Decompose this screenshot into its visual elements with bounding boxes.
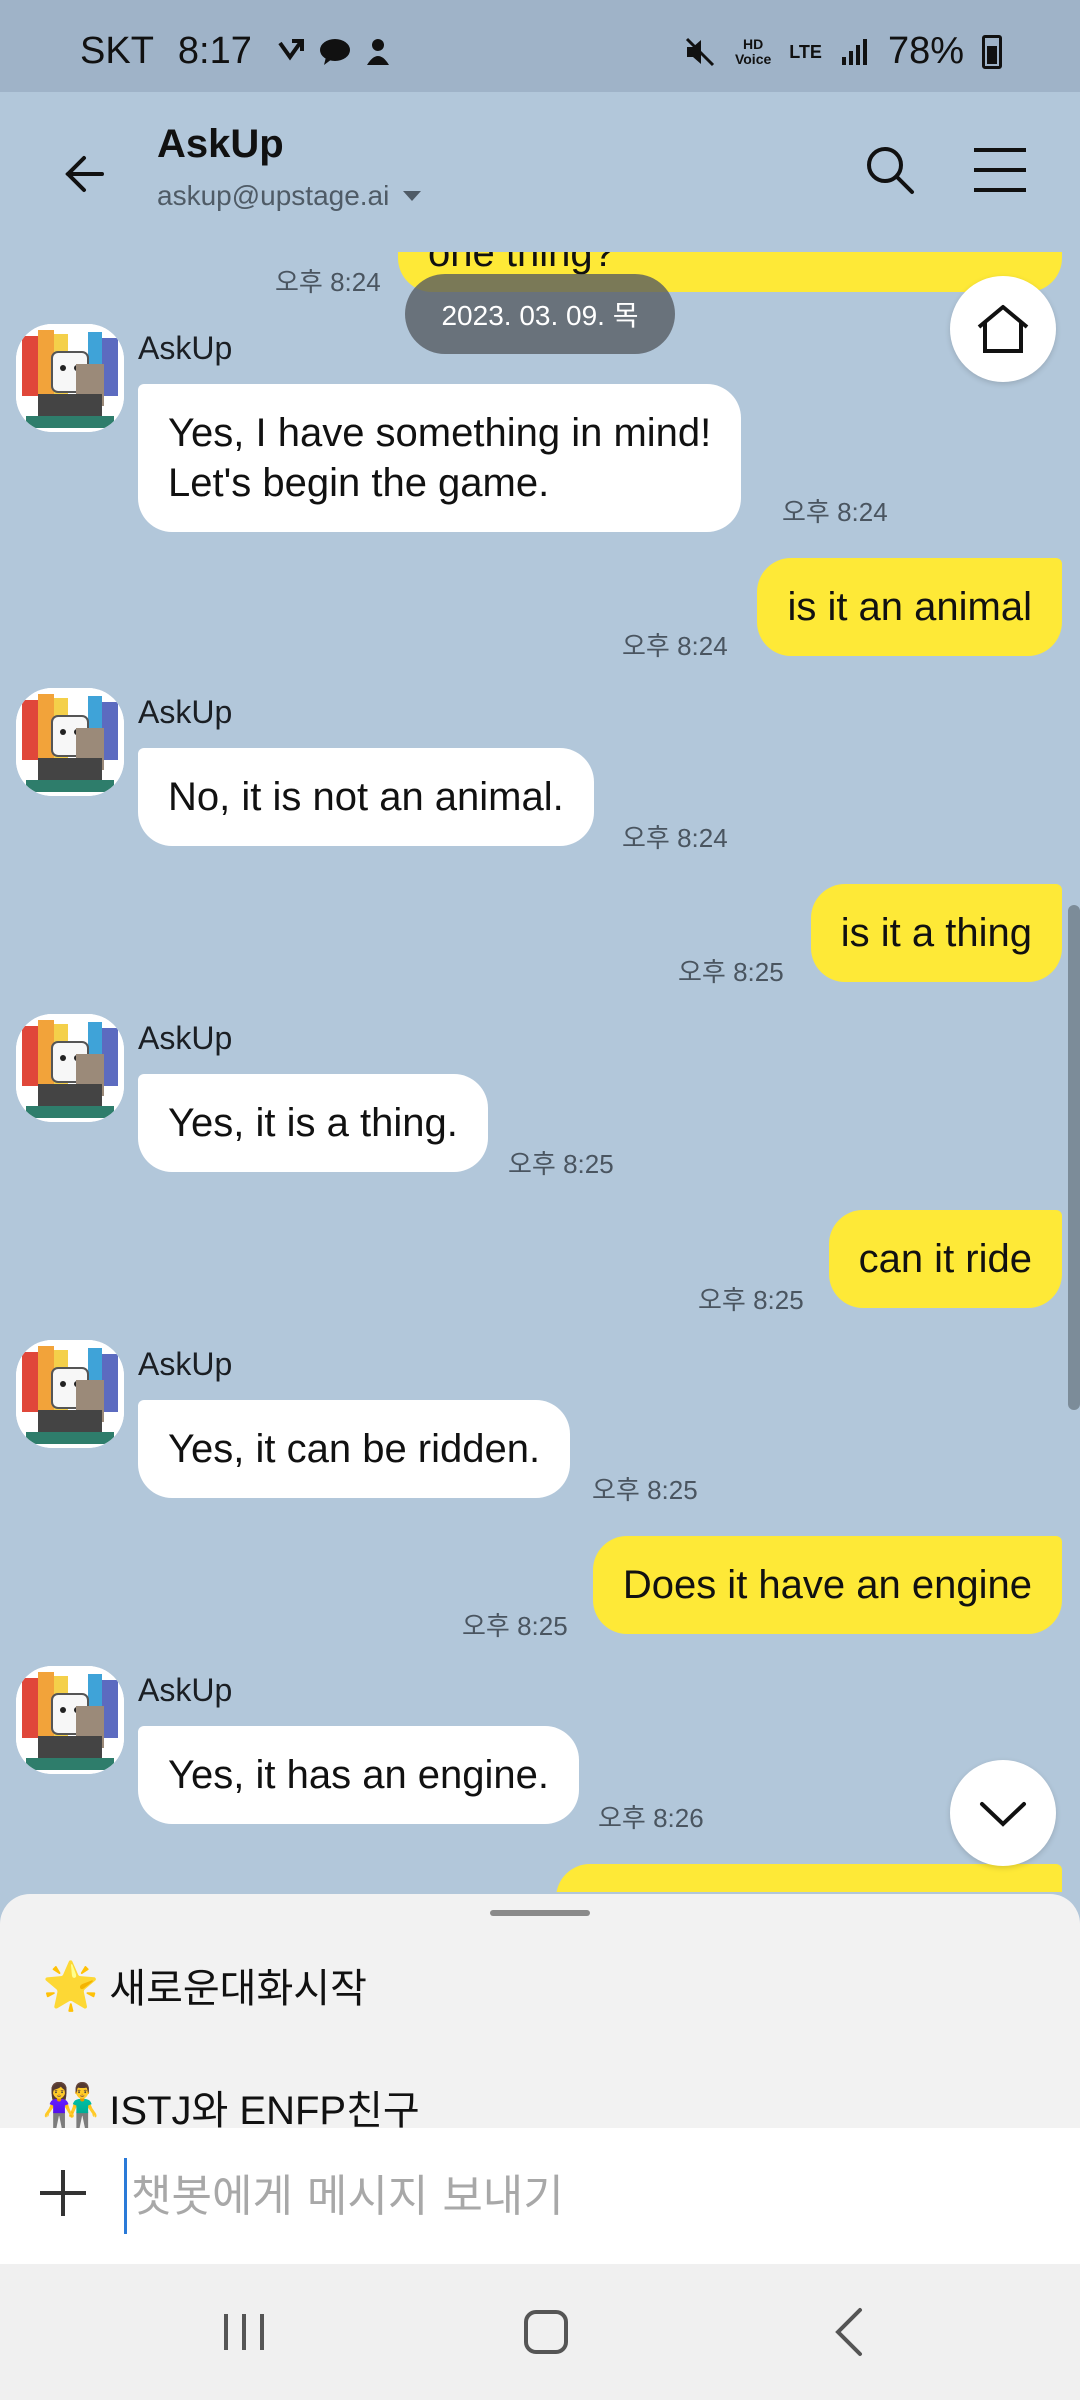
- outgoing-message-bubble[interactable]: is it an animal: [757, 558, 1062, 656]
- talk-bubble-icon: [319, 38, 350, 65]
- chat-subtitle[interactable]: askup@upstage.ai: [157, 180, 422, 212]
- message-timestamp: 오후 8:24: [275, 267, 381, 297]
- date-divider: 2023. 03. 09. 목: [405, 274, 675, 354]
- incoming-message-bubble[interactable]: Yes, it has an engine.: [138, 1726, 580, 1824]
- couple-icon: 👫: [42, 2080, 100, 2129]
- chevron-down-icon: [980, 1802, 1026, 1827]
- quick-menu-sheet: 🌟 새로운대화시작 👫 ISTJ와 ENFP친구: [0, 1894, 1080, 2128]
- hamburger-menu-icon[interactable]: [970, 142, 1030, 198]
- message-input-bar: [0, 2128, 1080, 2264]
- outgoing-message-bubble[interactable]: is it a thing: [810, 884, 1062, 982]
- incoming-message-bubble[interactable]: Yes, it is a thing.: [138, 1074, 488, 1172]
- clock: 8:17: [177, 30, 252, 72]
- network-type-label: LTE: [789, 41, 822, 62]
- mute-vibrate-icon: [685, 37, 715, 66]
- message-timestamp: 오후 8:25: [698, 1285, 804, 1315]
- message-timestamp: 오후 8:25: [462, 1611, 568, 1641]
- avatar[interactable]: [16, 324, 124, 432]
- chat-header: AskUp askup@upstage.ai: [0, 92, 1080, 252]
- outgoing-message-bubble-partial[interactable]: [556, 1864, 1062, 1892]
- plus-icon[interactable]: [36, 2166, 90, 2220]
- status-bar: SKT 8:17 HD Voice LTE 78%: [0, 0, 1080, 92]
- avatar[interactable]: [16, 1666, 124, 1774]
- status-left: SKT 8:17: [80, 30, 392, 73]
- sender-name: AskUp: [138, 1020, 233, 1056]
- quick-menu-label: 새로운대화시작: [109, 1967, 367, 2011]
- incoming-message-bubble[interactable]: No, it is not an animal.: [138, 748, 594, 846]
- chat-scrollbar[interactable]: [1068, 905, 1080, 1410]
- home-icon: [977, 305, 1029, 353]
- outgoing-message-bubble[interactable]: Does it have an engine: [592, 1536, 1062, 1634]
- home-nav-icon[interactable]: [516, 2304, 576, 2360]
- robot-avatar-icon: [16, 324, 124, 432]
- sender-name: AskUp: [138, 694, 233, 730]
- recent-apps-icon[interactable]: [214, 2304, 274, 2360]
- back-arrow-icon[interactable]: [50, 144, 110, 204]
- robot-avatar-icon: [16, 1666, 124, 1774]
- missed-call-icon: [278, 38, 304, 60]
- message-timestamp: 오후 8:26: [598, 1803, 704, 1833]
- search-icon[interactable]: [860, 140, 920, 200]
- message-input[interactable]: [124, 2158, 1024, 2234]
- quick-menu-item[interactable]: 🌟 새로운대화시작: [42, 1956, 367, 2014]
- quick-menu-item[interactable]: 👫 ISTJ와 ENFP친구: [42, 2078, 420, 2129]
- carrier-label: SKT: [80, 30, 154, 72]
- notification-icons: [276, 37, 392, 67]
- outgoing-message-bubble[interactable]: can it ride: [828, 1210, 1062, 1308]
- avatar[interactable]: [16, 1014, 124, 1122]
- battery-percent: 78%: [887, 30, 964, 72]
- sender-name: AskUp: [138, 1672, 233, 1708]
- hd-voice-label: HD Voice: [734, 35, 772, 67]
- home-button[interactable]: [950, 276, 1056, 382]
- subtitle-email: askup@upstage.ai: [157, 180, 390, 211]
- sparkle-star-icon: 🌟: [42, 1958, 100, 2011]
- message-timestamp: 오후 8:25: [508, 1149, 614, 1179]
- sender-name: AskUp: [138, 330, 233, 366]
- chat-title[interactable]: AskUp: [157, 122, 284, 167]
- avatar[interactable]: [16, 1340, 124, 1448]
- system-navigation-bar: [0, 2264, 1080, 2400]
- quick-menu-label: ISTJ와 ENFP친구: [109, 2089, 420, 2128]
- sender-name: AskUp: [138, 1346, 233, 1382]
- message-timestamp: 오후 8:25: [592, 1475, 698, 1505]
- signal-icon: [841, 38, 867, 65]
- robot-avatar-icon: [16, 1014, 124, 1122]
- chat-message-list[interactable]: one thing? 오후 8:24 AskUp Yes, I have som…: [0, 252, 1080, 1892]
- back-nav-icon[interactable]: [820, 2304, 880, 2360]
- robot-avatar-icon: [16, 688, 124, 796]
- message-timestamp: 오후 8:24: [622, 631, 728, 661]
- status-right: HD Voice LTE 78%: [683, 30, 1002, 73]
- sheet-drag-handle[interactable]: [490, 1910, 590, 1916]
- message-timestamp: 오후 8:24: [622, 823, 728, 853]
- incoming-message-bubble[interactable]: Yes, I have something in mind! Let's beg…: [138, 384, 742, 532]
- avatar[interactable]: [16, 688, 124, 796]
- person-icon: [366, 38, 389, 65]
- message-timestamp: 오후 8:24: [782, 497, 888, 527]
- message-timestamp: 오후 8:25: [678, 957, 784, 987]
- incoming-message-bubble[interactable]: Yes, it can be ridden.: [138, 1400, 571, 1498]
- dropdown-caret-icon: [403, 191, 422, 201]
- scroll-to-bottom-button[interactable]: [950, 1760, 1056, 1866]
- robot-avatar-icon: [16, 1340, 124, 1448]
- battery-icon: [982, 34, 1002, 69]
